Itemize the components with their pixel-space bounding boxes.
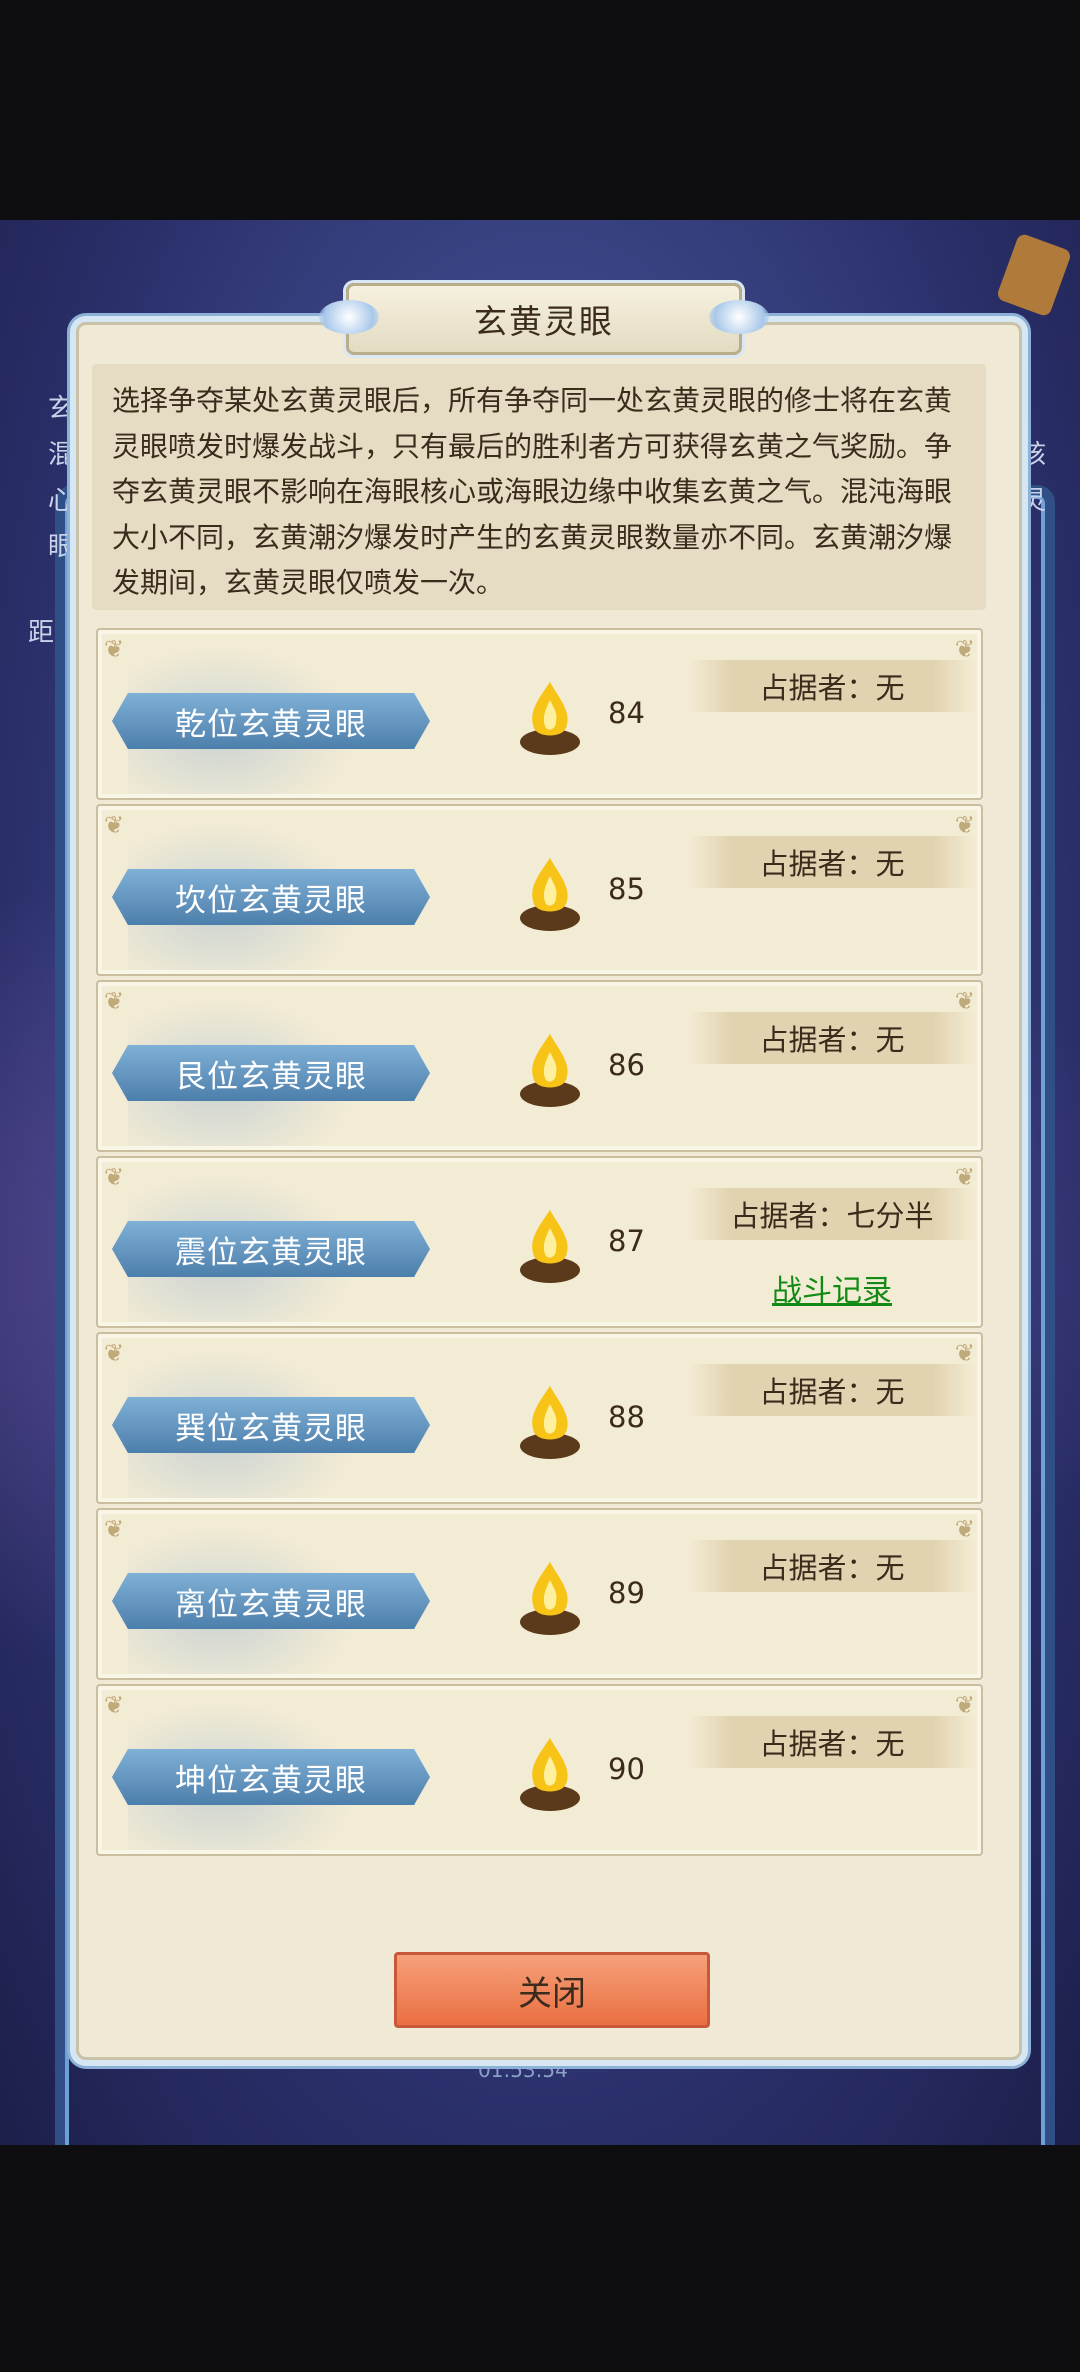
golden-flame-cauldron-icon bbox=[520, 1562, 580, 1635]
spirit-eye-value: 86 bbox=[608, 1048, 645, 1082]
background-timer: 01:53:54 bbox=[478, 2058, 568, 2082]
cloud-ornament-icon bbox=[319, 300, 379, 334]
scroll-corner-icon: ❦ bbox=[104, 987, 125, 1015]
spirit-eye-banner: 震位玄黄灵眼 bbox=[112, 1221, 430, 1277]
owner-plate: 占据者：七分半 bbox=[688, 1188, 976, 1240]
golden-flame-cauldron-icon bbox=[520, 1034, 580, 1107]
spirit-eye-value: 84 bbox=[608, 696, 645, 730]
spirit-eye-name: 坤位玄黄灵眼 bbox=[175, 1762, 367, 1799]
bg-glyph: 距 bbox=[28, 618, 55, 648]
spirit-eye-value: 87 bbox=[608, 1224, 645, 1258]
golden-flame-cauldron-icon bbox=[520, 858, 580, 931]
spirit-eye-value: 88 bbox=[608, 1400, 645, 1434]
spirit-eye-card[interactable]: ❦ ❦ 坤位玄黄灵眼 90 占据者：无 bbox=[96, 1684, 983, 1856]
owner-text: 占据者：无 bbox=[759, 847, 905, 881]
scroll-corner-icon: ❦ bbox=[104, 635, 125, 663]
golden-flame-cauldron-icon bbox=[520, 1386, 580, 1459]
owner-text: 占据者：无 bbox=[759, 1551, 905, 1585]
dialog-title-plate: 玄黄灵眼 bbox=[319, 283, 769, 355]
owner-plate: 占据者：无 bbox=[688, 1716, 976, 1768]
scroll-corner-icon: ❦ bbox=[104, 1339, 125, 1367]
dialog-title: 玄黄灵眼 bbox=[474, 302, 614, 341]
owner-plate: 占据者：无 bbox=[688, 1540, 976, 1592]
spirit-eye-banner: 巽位玄黄灵眼 bbox=[112, 1397, 430, 1453]
owner-plate: 占据者：无 bbox=[688, 660, 976, 712]
golden-flame-cauldron-icon bbox=[520, 1738, 580, 1811]
bg-glyph: 玄 bbox=[48, 394, 75, 424]
spirit-eye-value: 85 bbox=[608, 872, 645, 906]
spirit-eye-value: 89 bbox=[608, 1576, 645, 1610]
golden-flame-cauldron-icon bbox=[520, 682, 580, 755]
cloud-ornament-icon bbox=[709, 300, 769, 334]
owner-text: 占据者：无 bbox=[759, 671, 905, 705]
spirit-eye-name: 乾位玄黄灵眼 bbox=[175, 706, 367, 743]
close-button[interactable]: 关闭 bbox=[394, 1952, 710, 2028]
spirit-eye-banner: 坎位玄黄灵眼 bbox=[112, 869, 430, 925]
bg-glyph: 混 bbox=[48, 440, 75, 470]
spirit-eye-name: 艮位玄黄灵眼 bbox=[175, 1058, 367, 1095]
bg-glyph: 眼 bbox=[48, 532, 75, 562]
owner-plate: 占据者：无 bbox=[688, 1364, 976, 1416]
battle-record-link[interactable]: 战斗记录 bbox=[772, 1266, 892, 1310]
owner-text: 占据者：七分半 bbox=[730, 1199, 934, 1233]
spirit-eye-name: 震位玄黄灵眼 bbox=[175, 1234, 367, 1271]
scroll-corner-icon: ❦ bbox=[104, 1163, 125, 1191]
spirit-eye-banner: 坤位玄黄灵眼 bbox=[112, 1749, 430, 1805]
spirit-eye-banner: 乾位玄黄灵眼 bbox=[112, 693, 430, 749]
scroll-corner-icon: ❦ bbox=[104, 811, 125, 839]
owner-plate: 占据者：无 bbox=[688, 836, 976, 888]
spirit-eye-name: 离位玄黄灵眼 bbox=[175, 1586, 367, 1623]
bg-glyph: 心 bbox=[48, 486, 75, 516]
scroll-corner-icon: ❦ bbox=[104, 1691, 125, 1719]
owner-text: 占据者：无 bbox=[759, 1023, 905, 1057]
bg-glyph: 核 bbox=[1020, 440, 1047, 470]
spirit-eye-card[interactable]: ❦ ❦ 离位玄黄灵眼 89 占据者：无 bbox=[96, 1508, 983, 1680]
golden-flame-cauldron-icon bbox=[520, 1210, 580, 1283]
scroll-corner-icon: ❦ bbox=[104, 1515, 125, 1543]
spirit-eye-card[interactable]: ❦ ❦ 坎位玄黄灵眼 85 占据者：无 bbox=[96, 804, 983, 976]
owner-text: 占据者：无 bbox=[759, 1727, 905, 1761]
spirit-eye-card[interactable]: ❦ ❦ 乾位玄黄灵眼 84 占据者：无 bbox=[96, 628, 983, 800]
spirit-eye-name: 坎位玄黄灵眼 bbox=[175, 882, 367, 919]
spirit-eye-list: ❦ ❦ 乾位玄黄灵眼 84 占据者：无 ❦ ❦ 坎位玄黄灵眼 85 占据者：无 … bbox=[96, 628, 983, 1860]
spirit-eye-value: 90 bbox=[608, 1752, 645, 1786]
spirit-eye-name: 巽位玄黄灵眼 bbox=[175, 1410, 367, 1447]
spirit-eye-card[interactable]: ❦ ❦ 艮位玄黄灵眼 86 占据者：无 bbox=[96, 980, 983, 1152]
spirit-eye-card[interactable]: ❦ ❦ 震位玄黄灵眼 87 占据者：七分半 战斗记录 bbox=[96, 1156, 983, 1328]
spirit-eye-banner: 艮位玄黄灵眼 bbox=[112, 1045, 430, 1101]
spirit-eye-banner: 离位玄黄灵眼 bbox=[112, 1573, 430, 1629]
owner-text: 占据者：无 bbox=[759, 1375, 905, 1409]
dialog-description: 选择争夺某处玄黄灵眼后，所有争夺同一处玄黄灵眼的修士将在玄黄灵眼喷发时爆发战斗，… bbox=[92, 364, 986, 610]
owner-plate: 占据者：无 bbox=[688, 1012, 976, 1064]
spirit-eye-card[interactable]: ❦ ❦ 巽位玄黄灵眼 88 占据者：无 bbox=[96, 1332, 983, 1504]
bg-glyph: 灵 bbox=[1020, 486, 1047, 516]
